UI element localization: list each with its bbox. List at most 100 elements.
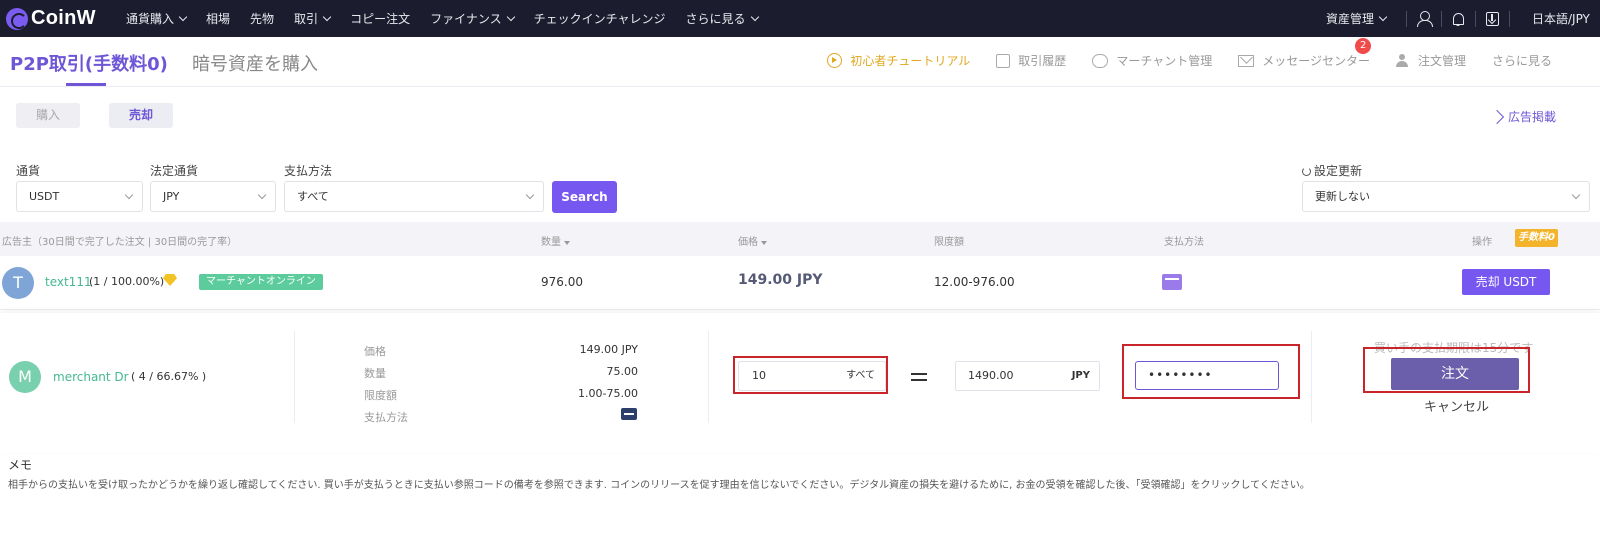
divider — [1441, 10, 1442, 27]
nav-more[interactable]: さらに見る — [685, 10, 759, 27]
nav-label: 先物 — [250, 12, 275, 26]
header-label: 価格 — [738, 237, 758, 248]
orders-link[interactable]: 注文管理 — [1395, 52, 1466, 69]
sell-toggle[interactable]: 売却 — [109, 103, 173, 128]
download-icon[interactable] — [1486, 11, 1499, 26]
avatar: T — [2, 267, 34, 299]
header-price[interactable]: 価格 — [738, 233, 767, 248]
link-label: さらに見る — [1491, 54, 1552, 68]
post-ad-link[interactable]: 広告掲載 — [1489, 108, 1556, 125]
payment-deadline-hint: 買い手の支払期限は15分です — [1374, 341, 1534, 355]
payment-select[interactable]: すべて — [284, 181, 544, 212]
document-icon — [996, 53, 1011, 68]
nav-buy-crypto[interactable]: 通貨購入 — [126, 10, 188, 27]
divider — [1475, 10, 1476, 27]
amount-input[interactable]: 1490.00 JPY — [955, 361, 1100, 391]
fiat-select[interactable]: JPY — [150, 181, 276, 212]
search-button[interactable]: Search — [552, 181, 617, 213]
nav-label: 通貨購入 — [126, 12, 175, 26]
detail-label: 数量 — [364, 367, 386, 380]
messages-link[interactable]: メッセージセンター 2 — [1238, 38, 1372, 69]
link-label: 注文管理 — [1417, 54, 1466, 68]
history-link[interactable]: 取引履歴 — [996, 52, 1066, 69]
currency-label: 通貨 — [16, 164, 41, 178]
sort-icon — [564, 241, 570, 245]
tutorial-link[interactable]: 初心者チュートリアル — [827, 52, 970, 69]
more-link[interactable]: さらに見る — [1492, 52, 1552, 69]
buy-toggle[interactable]: 購入 — [16, 103, 80, 128]
coinw-logo[interactable]: CoinW — [6, 7, 126, 30]
quantity-input[interactable]: 10 すべて — [738, 361, 886, 391]
chevron-down-icon — [178, 12, 188, 22]
chevron-down-icon — [506, 12, 515, 22]
merchant-name[interactable]: merchant Dr — [53, 370, 129, 384]
nav-trade[interactable]: 取引 — [294, 10, 332, 27]
nav-label: チェックインチャレンジ — [533, 12, 666, 26]
nav-label: さらに見る — [685, 12, 746, 26]
table-header: 広告主（30日間で完了した注文 | 30日間の完了率） 数量 価格 限度額 支払… — [0, 222, 1600, 256]
header-action: 操作 — [1472, 237, 1492, 248]
merchant-online-tag: マーチャントオンライン — [199, 274, 323, 290]
tab-p2p[interactable]: P2P取引(手数料0) — [10, 50, 168, 76]
nav-futures[interactable]: 先物 — [250, 10, 274, 27]
avatar: M — [9, 361, 41, 393]
nav-copy-trade[interactable]: コピー注文 — [350, 10, 410, 27]
sort-icon — [761, 241, 767, 245]
tab-buy-crypto[interactable]: 暗号資産を購入 — [192, 50, 318, 76]
sell-usdt-button[interactable]: 売却 USDT — [1462, 269, 1550, 295]
language-selector[interactable]: 日本語/JPY — [1532, 10, 1600, 27]
select-value: すべて — [297, 190, 329, 203]
chevron-down-icon — [1571, 190, 1581, 200]
detail-label: 支払方法 — [364, 411, 408, 424]
nav-label: コピー注文 — [350, 12, 411, 26]
nav-checkin-challenge[interactable]: チェックインチャレンジ — [534, 10, 666, 27]
cancel-button[interactable]: キャンセル — [1424, 396, 1489, 415]
nav-finance[interactable]: ファイナンス — [430, 10, 515, 27]
detail-value: 75.00 — [606, 365, 639, 378]
logo-icon — [6, 7, 28, 30]
currency-select[interactable]: USDT — [16, 181, 143, 212]
detail-value: 1.00-75.00 — [578, 387, 638, 400]
link-label: 初心者チュートリアル — [850, 54, 971, 68]
nav-label: 日本語/JPY — [1532, 12, 1590, 26]
chevron-down-icon — [322, 12, 332, 22]
refresh-label: 設定更新 — [1302, 162, 1362, 179]
merchant-stats: ( 4 / 66.67% ) — [131, 370, 207, 383]
logo-text: CoinW — [31, 7, 96, 29]
coin-icon — [1092, 53, 1109, 68]
refresh-select[interactable]: 更新しない — [1302, 181, 1590, 212]
link-label: メッセージセンター — [1262, 54, 1370, 68]
payment-label: 支払方法 — [284, 164, 333, 178]
order-button[interactable]: 注文 — [1391, 358, 1519, 390]
link-label: マーチャント管理 — [1116, 54, 1213, 68]
chevron-down-icon — [750, 12, 759, 22]
detail-label: 価格 — [364, 345, 386, 358]
refresh-label-text: 設定更新 — [1314, 164, 1363, 178]
swap-icon[interactable] — [911, 370, 927, 382]
divider — [1509, 10, 1510, 27]
nav-asset-management[interactable]: 資産管理 — [1326, 10, 1388, 27]
price-cell: 149.00 JPY — [738, 272, 823, 288]
all-button[interactable]: すべて — [846, 362, 875, 390]
detail-label: 限度額 — [364, 389, 397, 402]
user-icon[interactable] — [1417, 11, 1433, 27]
advertiser-name[interactable]: text111 — [45, 275, 92, 289]
divider — [708, 331, 709, 423]
refresh-icon — [1302, 167, 1311, 176]
header-quantity[interactable]: 数量 — [541, 233, 570, 248]
fee-badge: 手数料0 — [1515, 229, 1558, 247]
password-input[interactable]: •••••••• — [1135, 361, 1279, 390]
bell-icon[interactable] — [1452, 12, 1465, 26]
nav-label: 相場 — [206, 12, 231, 26]
sub-header: P2P取引(手数料0) 暗号資産を購入 初心者チュートリアル 取引履歴 マーチャ… — [0, 37, 1600, 87]
memo-title: メモ — [8, 458, 33, 472]
select-value: 更新しない — [1315, 190, 1370, 203]
divider — [1311, 331, 1312, 423]
p2p-page: CoinW 通貨購入 相場 先物 取引 コピー注文 ファイナンス チェックインチ… — [0, 0, 1600, 554]
nav-label: ファイナンス — [430, 12, 502, 26]
send-icon — [1489, 109, 1505, 124]
nav-markets[interactable]: 相場 — [206, 10, 230, 27]
payment-method-icon — [621, 408, 637, 420]
merchant-link[interactable]: マーチャント管理 — [1092, 52, 1212, 69]
amount-unit: JPY — [1071, 370, 1090, 381]
